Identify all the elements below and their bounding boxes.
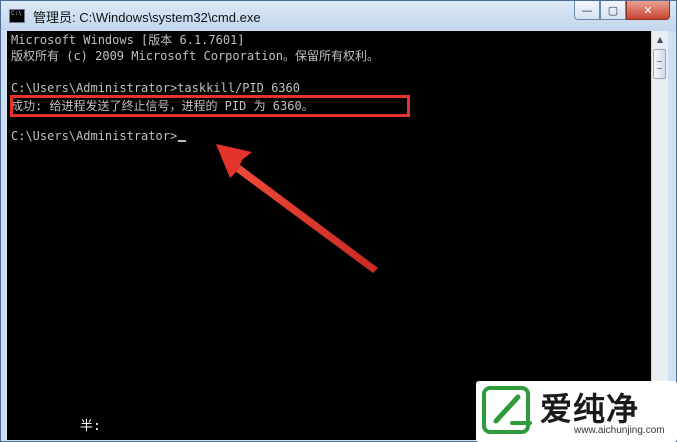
console-line-version: Microsoft Windows [版本 6.1.7601] [11,33,245,47]
watermark-badge: 爱纯净 www.aichunjing.com [476,381,677,442]
caption-buttons: — ▢ ✕ [574,1,670,21]
console-output[interactable]: Microsoft Windows [版本 6.1.7601] 版权所有 (c)… [7,31,651,440]
console-prompt-line[interactable]: C:\Users\Administrator> [11,129,187,143]
aichunjing-logo-icon [482,386,532,434]
text-cursor [178,140,187,142]
result-highlight-box [10,95,410,117]
close-icon: ✕ [643,3,653,17]
console-line-command: C:\Users\Administrator>taskkill/PID 6360 [11,81,300,95]
minimize-button[interactable]: — [574,1,600,20]
watermark-brand: 爱纯净 [540,390,640,428]
ime-status: 半: [80,419,101,434]
cmd-app-icon[interactable] [9,9,25,23]
scroll-up-arrow-icon[interactable]: ▲ [652,31,668,48]
close-button[interactable]: ✕ [626,1,670,20]
scrollbar-thumb[interactable] [653,49,666,79]
console-prompt: C:\Users\Administrator> [11,129,178,143]
vertical-scrollbar[interactable]: ▲ [651,31,668,440]
cmd-window: 管理员: C:\Windows\system32\cmd.exe — ▢ ✕ M… [0,0,677,442]
console-line-copyright: 版权所有 (c) 2009 Microsoft Corporation。保留所有… [11,49,379,63]
minimize-icon: — [581,3,593,17]
maximize-icon: ▢ [607,3,619,17]
watermark-url: www.aichunjing.com [574,425,665,436]
title-bar[interactable]: 管理员: C:\Windows\system32\cmd.exe — ▢ ✕ [1,1,676,31]
window-title: 管理员: C:\Windows\system32\cmd.exe [33,10,261,25]
maximize-button[interactable]: ▢ [600,1,626,20]
